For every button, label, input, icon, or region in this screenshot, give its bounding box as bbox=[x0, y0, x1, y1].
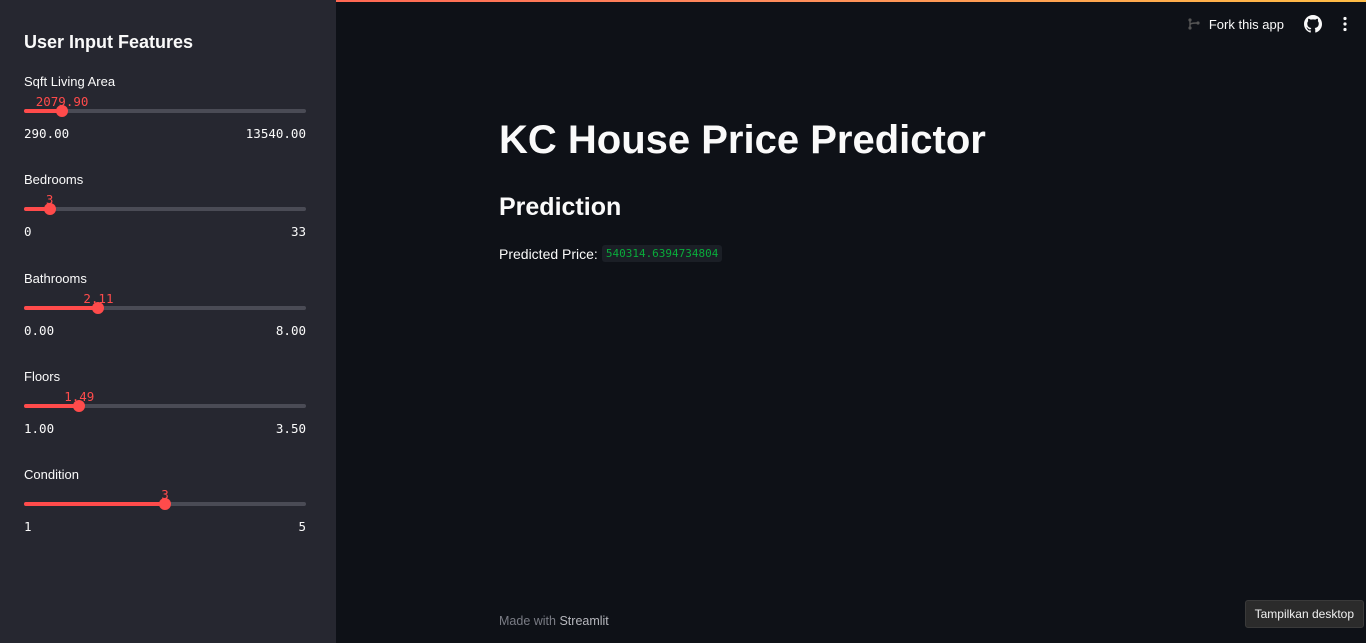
prediction-label: Predicted Price: bbox=[499, 245, 598, 262]
sidebar-title: User Input Features bbox=[24, 32, 194, 52]
slider-max-label: 3.50 bbox=[275, 421, 306, 436]
slider-label: Sqft Living Area bbox=[24, 74, 116, 89]
slider-label: Bathrooms bbox=[24, 271, 87, 286]
slider-thumb[interactable] bbox=[43, 203, 56, 215]
slider-max-label: 13540.00 bbox=[245, 126, 306, 141]
slider-fill bbox=[24, 306, 99, 310]
footer: Made with Streamlit bbox=[499, 614, 609, 628]
slider-min-label: 1.00 bbox=[24, 421, 55, 436]
slider-sqft-living: Sqft Living Area 2079.90 290.00 13540.00 bbox=[24, 74, 306, 154]
slider-floors: Floors 1.49 1.00 3.50 bbox=[24, 369, 306, 449]
page-title: KC House Price Predictor bbox=[499, 118, 986, 162]
slider-bathrooms: Bathrooms 2.11 0.00 8.00 bbox=[24, 271, 306, 351]
slider-label: Floors bbox=[24, 369, 61, 384]
slider-condition: Condition 3 1 5 bbox=[24, 467, 306, 547]
slider-label: Bedrooms bbox=[24, 172, 84, 187]
sidebar: User Input Features Sqft Living Area 207… bbox=[0, 0, 336, 643]
desktop-tooltip: Tampilkan desktop bbox=[1244, 600, 1364, 628]
slider-max-label: 33 bbox=[290, 224, 306, 239]
slider-fill bbox=[24, 404, 80, 408]
streamlit-link[interactable]: Streamlit bbox=[559, 614, 608, 628]
fork-app-label: Fork this app bbox=[1208, 16, 1284, 32]
slider-bedrooms: Bedrooms 3 0 33 bbox=[24, 172, 306, 252]
fork-icon bbox=[1188, 18, 1200, 30]
github-icon[interactable] bbox=[1304, 15, 1322, 33]
slider-min-label: 0.00 bbox=[24, 323, 55, 338]
section-heading-prediction: Prediction bbox=[499, 193, 622, 221]
slider-track[interactable] bbox=[24, 207, 306, 211]
slider-thumb[interactable] bbox=[56, 105, 69, 117]
footer-prefix: Made with bbox=[499, 614, 556, 628]
header-actions: Fork this app bbox=[1187, 14, 1348, 34]
fork-app-button[interactable]: Fork this app bbox=[1187, 17, 1284, 32]
slider-min-label: 0 bbox=[24, 224, 32, 239]
slider-fill bbox=[24, 502, 165, 506]
kebab-menu-icon[interactable] bbox=[1342, 16, 1348, 32]
slider-max-label: 8.00 bbox=[275, 323, 306, 338]
prediction-row: Predicted Price: 540314.6394734804 bbox=[499, 245, 723, 262]
slider-label: Condition bbox=[24, 467, 79, 482]
slider-thumb[interactable] bbox=[92, 302, 105, 314]
prediction-value: 540314.6394734804 bbox=[601, 245, 723, 262]
slider-thumb[interactable] bbox=[159, 498, 171, 510]
slider-min-label: 1 bbox=[24, 519, 32, 534]
slider-thumb[interactable] bbox=[73, 400, 86, 412]
slider-max-label: 5 bbox=[298, 519, 306, 534]
slider-min-label: 290.00 bbox=[24, 126, 70, 141]
